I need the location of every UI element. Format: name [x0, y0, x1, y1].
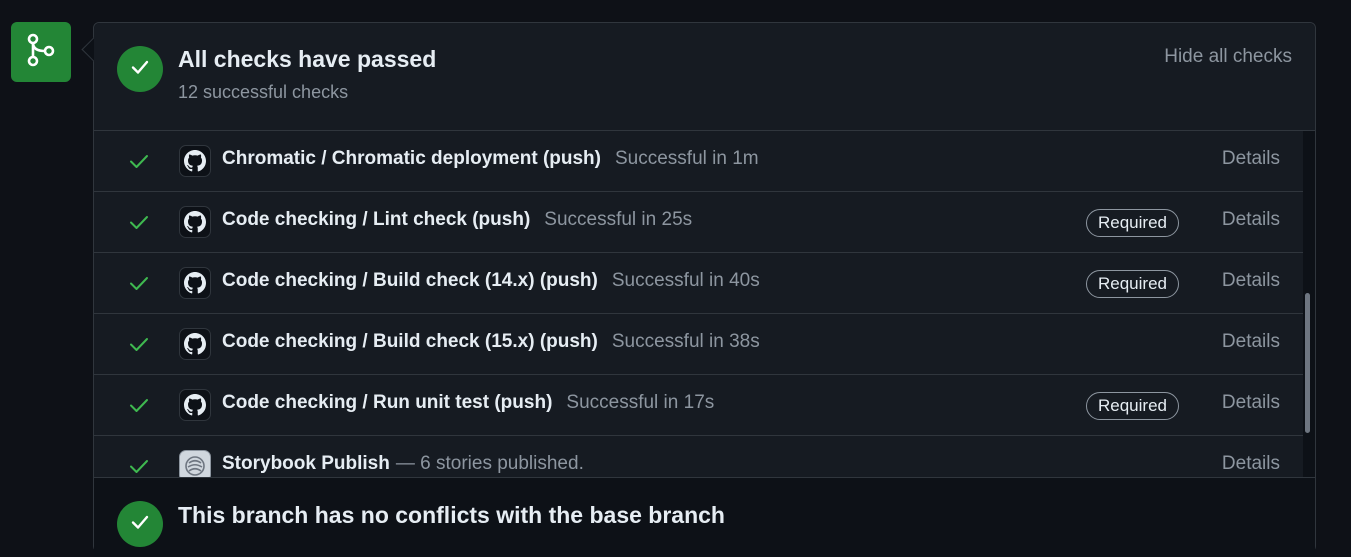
check-row: Storybook Publish — 6 stories published. D…: [94, 436, 1303, 477]
details-link[interactable]: Details: [1222, 270, 1280, 292]
details-link[interactable]: Details: [1222, 209, 1280, 231]
check-name: Code checking / Build check (15.x) (push…: [222, 331, 760, 353]
details-link[interactable]: Details: [1222, 331, 1280, 353]
check-icon: [128, 211, 150, 233]
no-conflicts-badge: [117, 501, 163, 547]
check-row: Code checking / Build check (15.x) (push…: [94, 314, 1303, 375]
check-row: Code checking / Run unit test (push) Succ…: [94, 375, 1303, 436]
check-icon: [128, 455, 150, 477]
branch-status-title: This branch has no conflicts with the ba…: [178, 502, 725, 528]
github-icon: [179, 206, 211, 238]
check-row: Code checking / Build check (14.x) (push…: [94, 253, 1303, 314]
checks-passed-badge: [117, 46, 163, 92]
check-name-text: Code checking / Build check (15.x) (push…: [222, 331, 598, 352]
required-badge: Required: [1086, 209, 1179, 237]
required-badge: Required: [1086, 392, 1179, 420]
github-icon: [179, 328, 211, 360]
check-status: Successful in 25s: [544, 209, 693, 230]
checks-title: All checks have passed: [178, 46, 437, 72]
check-icon: [128, 333, 150, 355]
github-icon: [179, 389, 211, 421]
storybook-icon: [179, 450, 211, 477]
check-status: Successful in 38s: [611, 331, 760, 352]
check-name: Storybook Publish — 6 stories published.: [222, 453, 584, 475]
check-status: Successful in 40s: [611, 270, 760, 291]
details-link[interactable]: Details: [1222, 392, 1280, 414]
details-link[interactable]: Details: [1222, 453, 1280, 475]
check-row: Chromatic / Chromatic deployment (push) S…: [94, 131, 1303, 192]
required-badge: Required: [1086, 270, 1179, 298]
check-row: Code checking / Lint check (push) Success…: [94, 192, 1303, 253]
github-icon: [179, 145, 211, 177]
merge-badge: [11, 22, 71, 82]
details-link[interactable]: Details: [1222, 148, 1280, 170]
check-name-text: Chromatic / Chromatic deployment (push): [222, 148, 601, 169]
check-icon: [128, 394, 150, 416]
checks-list[interactable]: Chromatic / Chromatic deployment (push) S…: [94, 131, 1303, 477]
checks-subtitle: 12 successful checks: [178, 82, 349, 102]
checks-header: All checks have passed 12 successful che…: [94, 23, 1315, 131]
check-name: Code checking / Run unit test (push) Succ…: [222, 392, 714, 414]
check-name-text: Code checking / Build check (14.x) (push…: [222, 270, 598, 291]
check-name-text: Code checking / Lint check (push): [222, 209, 531, 230]
timeline-line: [40, 82, 42, 542]
merge-status-box: All checks have passed 12 successful che…: [93, 22, 1316, 557]
check-name: Code checking / Lint check (push) Success…: [222, 209, 692, 231]
check-status: Successful in 1m: [614, 148, 759, 169]
check-status: Successful in 17s: [566, 392, 715, 413]
github-icon: [179, 267, 211, 299]
check-icon: [129, 511, 151, 538]
branch-status: This branch has no conflicts with the ba…: [94, 477, 1315, 557]
check-name: Chromatic / Chromatic deployment (push) S…: [222, 148, 759, 170]
check-icon: [128, 272, 150, 294]
check-name-text: Storybook Publish: [222, 453, 390, 474]
check-name: Code checking / Build check (14.x) (push…: [222, 270, 760, 292]
checks-scrollbar[interactable]: [1305, 293, 1310, 433]
check-icon: [128, 150, 150, 172]
check-status: — 6 stories published.: [395, 453, 584, 474]
check-name-text: Code checking / Run unit test (push): [222, 392, 553, 413]
check-icon: [129, 56, 151, 83]
hide-all-checks-button[interactable]: Hide all checks: [1164, 46, 1292, 68]
git-merge-icon: [26, 32, 56, 73]
